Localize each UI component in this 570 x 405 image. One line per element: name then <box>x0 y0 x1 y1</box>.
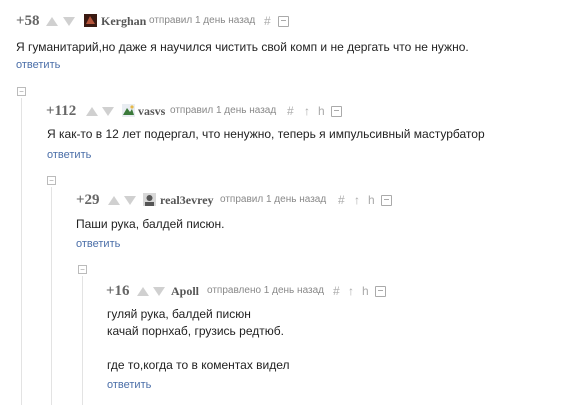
author-name[interactable]: Kerghan <box>101 14 146 29</box>
comment-text-line: где то,когда то в коментах видел <box>107 358 290 372</box>
downvote-icon[interactable] <box>63 17 75 26</box>
pin-icon[interactable]: ↑ <box>304 104 310 118</box>
hash-icon[interactable]: # <box>264 14 271 28</box>
author-name[interactable]: Apoll <box>171 284 199 299</box>
comment-header: +29 real3evrey отправил 1 день назад # ↑… <box>0 192 570 212</box>
comment-text: Я как-то в 12 лет подергал, что ненужно,… <box>47 127 485 141</box>
comment-rating: +16 <box>106 283 130 299</box>
comment-header: +58 Kerghan отправил 1 день назад # <box>0 13 570 33</box>
save-icon[interactable] <box>375 286 386 297</box>
link-icon[interactable]: h <box>362 284 369 298</box>
comment-rating: +112 <box>46 103 77 119</box>
downvote-icon[interactable] <box>102 107 114 116</box>
comment: +29 real3evrey отправил 1 день назад # ↑… <box>0 192 570 250</box>
save-icon[interactable] <box>331 106 342 117</box>
comment-text: Паши рука, балдей писюн. <box>76 217 225 231</box>
avatar[interactable] <box>84 14 97 27</box>
save-icon[interactable] <box>381 195 392 206</box>
collapse-thread-button[interactable]: − <box>47 176 56 185</box>
reply-link[interactable]: ответить <box>47 149 91 161</box>
downvote-icon[interactable] <box>153 287 165 296</box>
comment-header: +112 vasvs отправил 1 день назад # ↑ h <box>0 103 570 123</box>
comment-header: +16 Apoll отправлено 1 день назад # ↑ h <box>0 283 570 303</box>
thread-line <box>21 98 22 405</box>
author-name[interactable]: real3evrey <box>160 193 214 208</box>
avatar[interactable] <box>122 104 135 117</box>
comment-text: Я гуманитарий,но даже я научился чистить… <box>16 40 469 54</box>
avatar[interactable] <box>143 193 156 206</box>
pin-icon[interactable]: ↑ <box>354 193 360 207</box>
comment-timestamp[interactable]: отправлено 1 день назад <box>207 285 324 296</box>
comment: +58 Kerghan отправил 1 день назад # Я гу… <box>0 13 570 71</box>
save-icon[interactable] <box>278 16 289 27</box>
upvote-icon[interactable] <box>86 107 98 116</box>
comment-text-line: качай порнхаб, грузись редтюб. <box>107 324 284 338</box>
link-icon[interactable]: h <box>368 193 375 207</box>
link-icon[interactable]: h <box>318 104 325 118</box>
upvote-icon[interactable] <box>137 287 149 296</box>
reply-link[interactable]: ответить <box>107 379 151 391</box>
hash-icon[interactable]: # <box>333 284 340 298</box>
collapse-thread-button[interactable]: − <box>78 265 87 274</box>
comment-timestamp[interactable]: отправил 1 день назад <box>220 194 326 205</box>
author-name[interactable]: vasvs <box>138 104 165 119</box>
comment-text-line: гуляй рука, балдей писюн <box>107 307 251 321</box>
hash-icon[interactable]: # <box>338 193 345 207</box>
reply-link[interactable]: ответить <box>16 59 60 71</box>
downvote-icon[interactable] <box>124 196 136 205</box>
comment-rating: +58 <box>16 13 40 29</box>
hash-icon[interactable]: # <box>287 104 294 118</box>
comment-timestamp[interactable]: отправил 1 день назад <box>149 15 255 26</box>
comment-rating: +29 <box>76 192 100 208</box>
pin-icon[interactable]: ↑ <box>348 284 354 298</box>
reply-link[interactable]: ответить <box>76 238 120 250</box>
collapse-thread-button[interactable]: − <box>17 87 26 96</box>
comment: +112 vasvs отправил 1 день назад # ↑ h Я… <box>0 103 570 161</box>
comment: +16 Apoll отправлено 1 день назад # ↑ h … <box>0 283 570 391</box>
upvote-icon[interactable] <box>108 196 120 205</box>
comment-timestamp[interactable]: отправил 1 день назад <box>170 105 276 116</box>
upvote-icon[interactable] <box>46 17 58 26</box>
